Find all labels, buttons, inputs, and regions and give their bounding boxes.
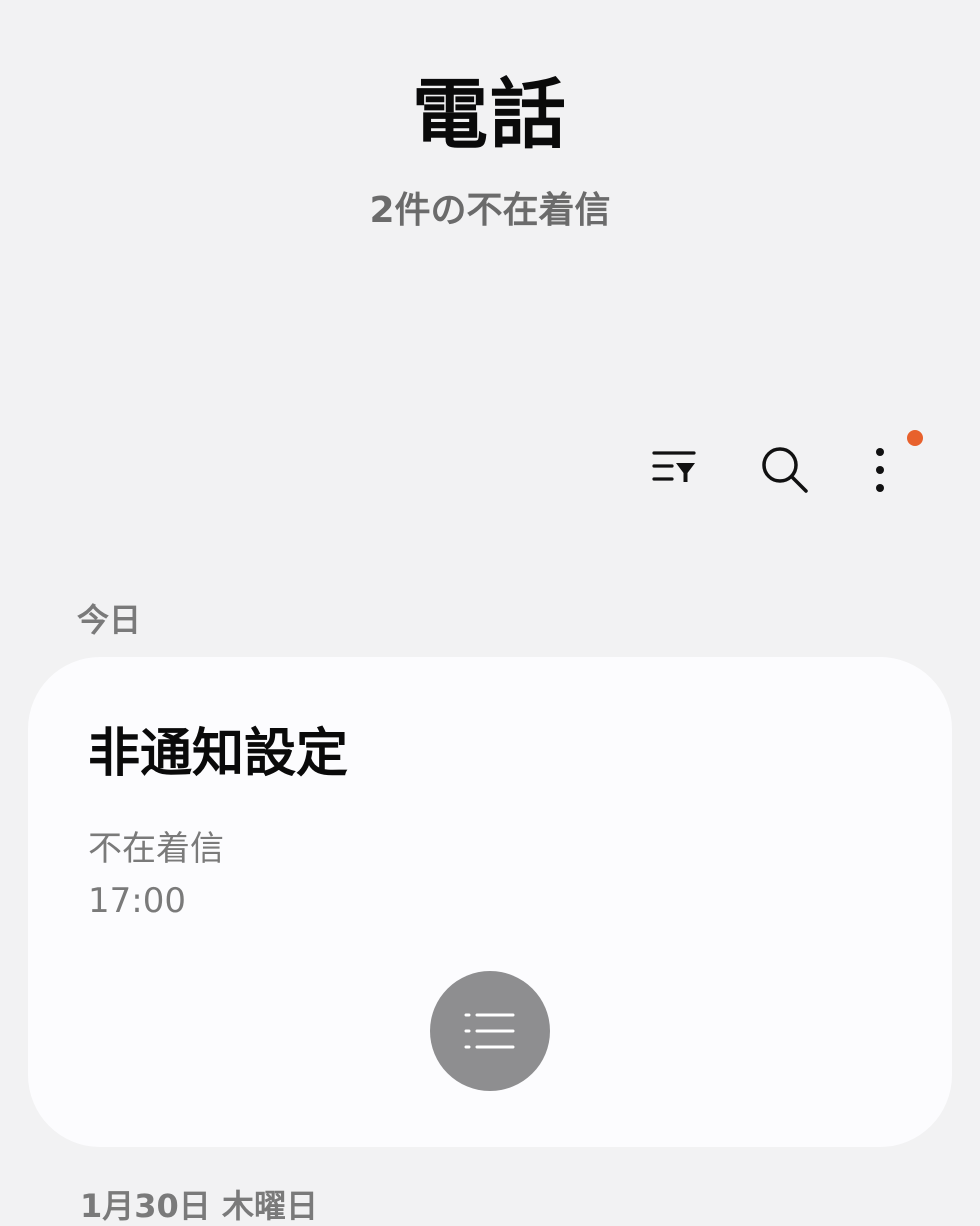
call-log-item[interactable]: 非通知設定 不在着信 17:00 xyxy=(28,657,952,1147)
filter-button[interactable] xyxy=(635,430,715,510)
call-status: 不在着信 xyxy=(88,829,224,869)
missed-calls-summary: 2件の不在着信 xyxy=(369,190,611,231)
call-time: 17:00 xyxy=(88,881,186,921)
call-details-button[interactable] xyxy=(430,971,550,1091)
filter-list-icon xyxy=(652,451,696,482)
app-title: 電話 xyxy=(412,70,568,159)
toolbar xyxy=(630,430,950,510)
notification-badge xyxy=(907,430,923,446)
more-vert-icon xyxy=(876,448,884,492)
search-icon xyxy=(762,447,808,493)
list-icon xyxy=(464,1013,515,1049)
caller-name: 非通知設定 xyxy=(88,724,349,784)
app-header: 電話 2件の不在着信 xyxy=(0,60,980,236)
section-label-today: 今日 xyxy=(77,601,142,639)
search-button[interactable] xyxy=(745,430,825,510)
section-label-date: 1月30日 木曜日 xyxy=(80,1187,318,1225)
